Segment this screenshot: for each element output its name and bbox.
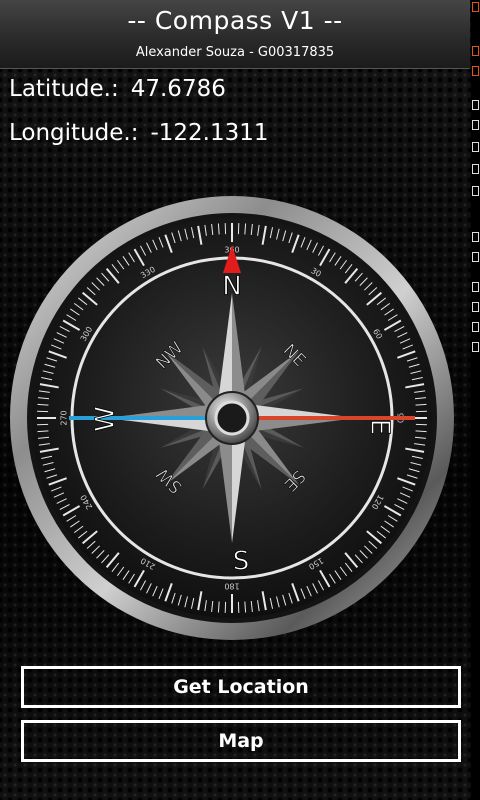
status-indicator-icon	[472, 322, 479, 332]
cardinal-label: N	[222, 272, 241, 302]
status-indicator-icon	[472, 302, 479, 312]
longitude-row: Longitude.: -122.1311	[9, 120, 269, 146]
status-indicator-icon	[472, 100, 479, 110]
cardinal-label: W	[91, 406, 121, 432]
status-strip	[471, 0, 480, 800]
status-indicator-icon	[472, 142, 479, 152]
app-subtitle: Alexander Souza - G00317835	[135, 45, 335, 60]
latitude-value: 47.6786	[130, 76, 226, 102]
longitude-value: -122.1311	[150, 120, 269, 146]
map-button[interactable]: Map	[21, 720, 461, 762]
status-indicator-icon	[472, 46, 479, 56]
status-indicator-icon	[472, 282, 479, 292]
cardinal-label: S	[233, 547, 250, 577]
compass-dial: 360306090120150180210240270300330 NESESW…	[10, 196, 454, 640]
status-indicator-icon	[472, 232, 479, 242]
cardinal-label: E	[365, 419, 395, 435]
status-indicator-icon	[472, 252, 479, 262]
status-indicator-icon	[472, 186, 479, 196]
degree-label: 180	[224, 582, 239, 591]
status-indicator-icon	[472, 2, 479, 12]
app-header: -- Compass V1 -- Alexander Souza - G0031…	[0, 0, 470, 69]
status-indicator-icon	[472, 66, 479, 76]
status-indicator-icon	[472, 164, 479, 174]
get-location-button[interactable]: Get Location	[21, 666, 461, 708]
compass-hub-cap	[214, 400, 250, 436]
status-indicator-icon	[472, 342, 479, 352]
latitude-row: Latitude.: 47.6786	[9, 76, 226, 102]
degree-label: 270	[60, 410, 69, 425]
status-indicator-icon	[472, 120, 479, 130]
app-title: -- Compass V1 --	[127, 6, 343, 35]
longitude-label: Longitude.:	[9, 120, 139, 146]
latitude-label: Latitude.:	[9, 76, 119, 102]
